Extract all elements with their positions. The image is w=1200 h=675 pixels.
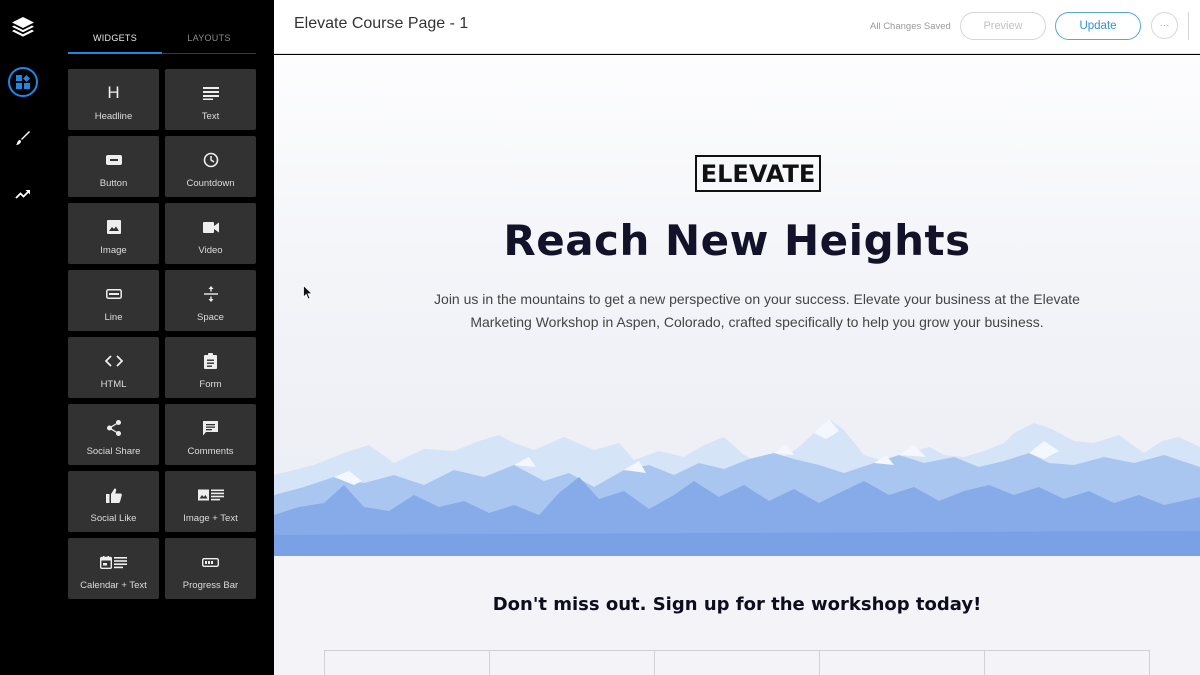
widget-label: Social Like: [90, 513, 137, 524]
panel-tabs: WIDGETS LAYOUTS: [68, 28, 256, 54]
more-icon: ···: [1159, 20, 1170, 31]
signup-section[interactable]: Don't miss out. Sign up for the workshop…: [274, 556, 1200, 675]
widget-html[interactable]: HTML: [68, 337, 159, 398]
code-icon: [104, 351, 123, 371]
widget-calendar-text[interactable]: Calendar + Text: [68, 538, 159, 599]
clipboard-icon: [204, 351, 217, 371]
progress-bar-icon: [202, 552, 219, 572]
widget-image[interactable]: Image: [68, 203, 159, 264]
widget-label: Form: [199, 379, 222, 390]
widget-label: Social Share: [86, 446, 141, 457]
widget-label: Image + Text: [183, 513, 238, 524]
save-status: All Changes Saved: [870, 21, 951, 32]
editor-canvas[interactable]: ELEVATE Reach New Heights Join us in the…: [274, 55, 1200, 675]
widget-video[interactable]: Video: [165, 203, 256, 264]
widget-label: Headline: [94, 111, 133, 122]
widget-label: HTML: [100, 379, 127, 390]
share-icon: [106, 418, 121, 438]
hero-section[interactable]: ELEVATE Reach New Heights Join us in the…: [274, 55, 1200, 556]
widgets-icon[interactable]: [8, 67, 38, 97]
clock-icon: [203, 150, 219, 170]
widget-comments[interactable]: Comments: [165, 404, 256, 465]
comment-icon: [203, 418, 218, 438]
widget-label: Text: [201, 111, 220, 122]
signup-heading[interactable]: Don't miss out. Sign up for the workshop…: [274, 594, 1200, 615]
paintbrush-icon[interactable]: [8, 123, 38, 153]
hero-subtext[interactable]: Join us in the mountains to get a new pe…: [414, 288, 1100, 334]
widget-label: Button: [99, 178, 128, 189]
image-icon: [106, 217, 121, 237]
widget-social-share[interactable]: Social Share: [68, 404, 159, 465]
line-icon: [105, 284, 122, 304]
widget-label: Countdown: [186, 178, 235, 189]
text-icon: [202, 83, 219, 103]
widget-label: Progress Bar: [182, 580, 239, 591]
layers-logo-icon[interactable]: [8, 12, 38, 42]
column-cell[interactable]: [324, 651, 489, 675]
column-cell[interactable]: [489, 651, 654, 675]
image-text-icon: [197, 485, 224, 505]
thumbs-up-icon: [105, 485, 122, 505]
calendar-text-icon: [100, 552, 127, 572]
column-cell[interactable]: [984, 651, 1150, 675]
space-icon: [203, 284, 218, 304]
widget-progress-bar[interactable]: Progress Bar: [165, 538, 256, 599]
page-title[interactable]: Elevate Course Page - 1: [294, 15, 468, 33]
mountain-base: [274, 531, 1200, 556]
trending-up-icon[interactable]: [8, 179, 38, 209]
widget-panel: WIDGETS LAYOUTS H Headline Text Button C…: [46, 0, 274, 675]
column-cell[interactable]: [819, 651, 984, 675]
widget-label: Space: [197, 312, 224, 323]
tab-layouts[interactable]: LAYOUTS: [162, 28, 256, 53]
widget-label: Video: [198, 245, 223, 256]
widget-form[interactable]: Form: [165, 337, 256, 398]
widget-space[interactable]: Space: [165, 270, 256, 331]
widget-label: Image: [100, 245, 127, 256]
widget-grid: H Headline Text Button Countdown Image V…: [68, 69, 257, 599]
mountain-image[interactable]: [274, 415, 1200, 556]
column-cell[interactable]: [654, 651, 819, 675]
widget-text[interactable]: Text: [165, 69, 256, 130]
top-bar: Elevate Course Page - 1 All Changes Save…: [274, 0, 1200, 54]
signup-columns: [324, 650, 1150, 675]
widget-button[interactable]: Button: [68, 136, 159, 197]
headline-icon: H: [107, 83, 120, 102]
widget-line[interactable]: Line: [68, 270, 159, 331]
mouse-cursor-icon: [303, 284, 313, 305]
preview-button[interactable]: Preview: [960, 12, 1046, 40]
button-icon: [105, 150, 122, 170]
widget-headline[interactable]: H Headline: [68, 69, 159, 130]
widget-label: Line: [104, 312, 123, 323]
toolbar-divider: [1188, 12, 1189, 40]
widget-image-text[interactable]: Image + Text: [165, 471, 256, 532]
widget-label: Calendar + Text: [80, 580, 147, 591]
widget-countdown[interactable]: Countdown: [165, 136, 256, 197]
left-rail: [0, 0, 46, 675]
video-icon: [202, 217, 219, 237]
update-button[interactable]: Update: [1055, 12, 1141, 40]
more-options-button[interactable]: ···: [1151, 12, 1178, 39]
widget-social-like[interactable]: Social Like: [68, 471, 159, 532]
hero-headline[interactable]: Reach New Heights: [274, 216, 1200, 265]
tab-widgets[interactable]: WIDGETS: [68, 28, 162, 54]
brand-logo[interactable]: ELEVATE: [695, 155, 821, 192]
widget-label: Comments: [187, 446, 234, 457]
